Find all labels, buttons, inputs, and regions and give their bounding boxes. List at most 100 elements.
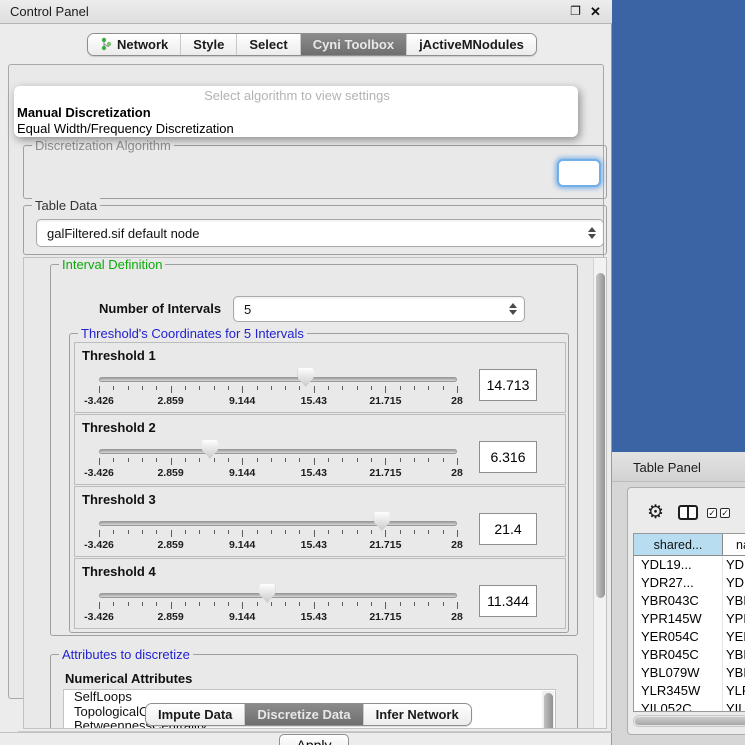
- table-rows: YDL19...YDL1YDR27...YDR2YBR043CYBR0YPR14…: [634, 556, 745, 712]
- apply-button[interactable]: Apply: [279, 734, 349, 745]
- tab-style[interactable]: Style: [180, 34, 236, 55]
- float-window-icon[interactable]: ❐: [567, 3, 584, 20]
- cell-name: YBL0: [723, 664, 745, 682]
- scale-label: 15.43: [301, 539, 327, 551]
- bottom-tab-impute-data[interactable]: Impute Data: [146, 704, 244, 725]
- threshold-label: Threshold 1: [82, 348, 156, 363]
- columns-icon[interactable]: [678, 505, 698, 520]
- threshold-panel-1: Threshold 1-3.4262.8599.14415.4321.71528…: [74, 342, 566, 413]
- discretization-algorithm-group-title: Discretization Algorithm: [32, 138, 174, 153]
- algorithm-option[interactable]: Equal Width/Frequency Discretization: [16, 121, 578, 137]
- table-horizontal-scrollbar[interactable]: [633, 715, 745, 727]
- threshold-label: Threshold 2: [82, 420, 156, 435]
- scale-label: 15.43: [301, 395, 327, 407]
- settings-scroll-viewport: Interval Definition Number of Intervals …: [23, 257, 607, 729]
- algorithm-options: Manual DiscretizationEqual Width/Frequen…: [16, 105, 578, 137]
- threshold-slider-track[interactable]: [99, 377, 457, 382]
- threshold-slider-thumb[interactable]: [374, 512, 390, 531]
- attributes-scrollbar[interactable]: [542, 691, 554, 729]
- cell-name: YPR1: [723, 610, 745, 628]
- table-data-select[interactable]: galFiltered.sif default node: [36, 219, 604, 247]
- number-of-intervals-select[interactable]: 5: [233, 296, 525, 322]
- table-row[interactable]: YBR043CYBR0: [634, 592, 745, 610]
- threshold-slider-thumb[interactable]: [298, 368, 314, 387]
- scale-label: 9.144: [229, 611, 255, 623]
- threshold-panel-2: Threshold 2-3.4262.8599.14415.4321.71528…: [74, 414, 566, 485]
- scale-label: 9.144: [229, 395, 255, 407]
- threshold-label: Threshold 3: [82, 492, 156, 507]
- threshold-slider-track[interactable]: [99, 521, 457, 526]
- tab-jactivemnodules[interactable]: jActiveMNodules: [406, 34, 536, 55]
- window-title: Control Panel: [10, 4, 89, 19]
- cell-name: YER0: [723, 628, 745, 646]
- tab-label: Network: [117, 37, 168, 52]
- algorithm-combobox[interactable]: [557, 159, 601, 187]
- scale-label: 21.715: [369, 539, 401, 551]
- cell-name: YIL0: [723, 700, 745, 712]
- algorithm-option[interactable]: Manual Discretization: [16, 105, 578, 121]
- bottom-tab-infer-network[interactable]: Infer Network: [363, 704, 471, 725]
- cell-shared-name: YBL079W: [634, 664, 723, 682]
- spinner-arrows-icon: [588, 227, 596, 239]
- scale-label: 21.715: [369, 611, 401, 623]
- table-row[interactable]: YBR045CYBR0: [634, 646, 745, 664]
- cell-name: YLR3: [723, 682, 745, 700]
- tab-label: Impute Data: [158, 707, 232, 722]
- cell-name: YBR0: [723, 592, 745, 610]
- tab-select[interactable]: Select: [236, 34, 299, 55]
- scrollbar-thumb[interactable]: [596, 273, 605, 598]
- algorithm-placeholder: Select algorithm to view settings: [16, 88, 578, 105]
- table-row[interactable]: YER054CYER0: [634, 628, 745, 646]
- cell-shared-name: YBR045C: [634, 646, 723, 664]
- checkbox-icon[interactable]: ✓: [720, 508, 730, 518]
- scale-label: 2.859: [157, 395, 183, 407]
- threshold-slider-track[interactable]: [99, 593, 457, 598]
- table-row[interactable]: YPR145WYPR1: [634, 610, 745, 628]
- scale-label: 21.715: [369, 395, 401, 407]
- screen: Control Panel ❐ ✕ Network StyleSelectCyni…: [0, 0, 745, 745]
- table-row[interactable]: YDR27...YDR2: [634, 574, 745, 592]
- checkbox-icon[interactable]: ✓: [707, 508, 717, 518]
- gear-icon[interactable]: ⚙: [647, 503, 664, 522]
- close-icon[interactable]: ✕: [587, 3, 604, 20]
- threshold-value-field[interactable]: 14.713: [479, 369, 537, 401]
- cell-name: YBR0: [723, 646, 745, 664]
- number-of-intervals-value: 5: [244, 302, 251, 317]
- scale-label: 28: [451, 467, 463, 479]
- control-panel-titlebar[interactable]: Control Panel ❐ ✕: [0, 0, 612, 24]
- table-panel-titlebar[interactable]: Table Panel: [612, 452, 745, 482]
- bottom-tab-discretize-data[interactable]: Discretize Data: [244, 704, 362, 725]
- table-row[interactable]: YIL052CYIL0: [634, 700, 745, 712]
- table-row[interactable]: YLR345WYLR3: [634, 682, 745, 700]
- threshold-value-field[interactable]: 21.4: [479, 513, 537, 545]
- algorithm-dropdown-popup: Select algorithm to view settings Manual…: [14, 86, 578, 137]
- control-panel-window: Control Panel ❐ ✕ Network StyleSelectCyni…: [0, 0, 612, 745]
- threshold-value-field[interactable]: 6.316: [479, 441, 537, 473]
- threshold-slider-thumb[interactable]: [202, 440, 218, 459]
- column-header-name[interactable]: na: [723, 534, 745, 555]
- bottom-tab-bar: Impute Data Discretize DataInfer Network: [145, 703, 472, 726]
- settings-vertical-scrollbar[interactable]: [593, 258, 607, 729]
- desktop-background: GAL80GACGAL11GAL4GCY1HHAP2: [612, 0, 745, 452]
- cell-shared-name: YBR043C: [634, 592, 723, 610]
- threshold-slider-track[interactable]: [99, 449, 457, 454]
- scale-label: -3.426: [84, 395, 114, 407]
- discretization-algorithm-group: Discretization Algorithm: [23, 145, 607, 199]
- table-row[interactable]: YDL19...YDL1: [634, 556, 745, 574]
- threshold-panel-4: Threshold 4-3.4262.8599.14415.4321.71528…: [74, 558, 566, 629]
- tab-cyni-toolbox[interactable]: Cyni Toolbox: [300, 34, 406, 55]
- cell-shared-name: YLR345W: [634, 682, 723, 700]
- tab-network[interactable]: Network: [88, 34, 180, 55]
- column-header-shared[interactable]: shared...: [634, 534, 723, 555]
- threshold-value-field[interactable]: 11.344: [479, 585, 537, 617]
- cell-shared-name: YDR27...: [634, 574, 723, 592]
- scale-label: -3.426: [84, 611, 114, 623]
- spinner-arrows-icon: [509, 303, 517, 315]
- scale-label: 28: [451, 539, 463, 551]
- cell-shared-name: YDL19...: [634, 556, 723, 574]
- table-row[interactable]: YBL079WYBL0: [634, 664, 745, 682]
- cyni-toolbox-panel: Discretization Algorithm Table Data galF…: [8, 64, 604, 699]
- threshold-slider-thumb[interactable]: [259, 584, 275, 603]
- scale-label: 28: [451, 611, 463, 623]
- thresholds-stack: Threshold 1 -3.426 2.859 9.144 15.43 21.715 28…: [74, 342, 566, 630]
